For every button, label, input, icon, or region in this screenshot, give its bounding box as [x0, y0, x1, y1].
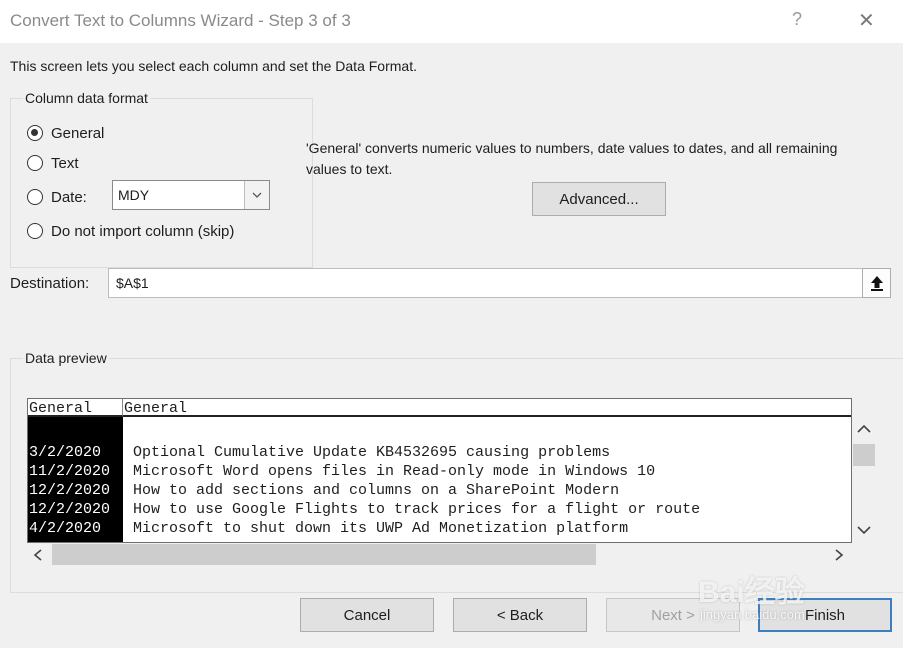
back-button[interactable]: < Back — [453, 598, 587, 632]
preview-cell: Optional Cumulative Update KB4532695 cau… — [133, 444, 611, 461]
date-format-select[interactable]: MDY — [112, 180, 270, 210]
preview-cell: 12/2/2020 — [29, 482, 111, 499]
advanced-button[interactable]: Advanced... — [532, 182, 666, 216]
radio-date-label: Date: — [51, 188, 87, 206]
column-header[interactable]: General — [123, 399, 851, 417]
radio-unchecked-icon — [27, 155, 43, 171]
horizontal-scrollbar[interactable] — [27, 542, 852, 567]
radio-unchecked-icon — [27, 223, 43, 239]
column-data-format-legend: Column data format — [25, 90, 148, 106]
chevron-down-icon[interactable] — [244, 181, 269, 209]
scroll-right-icon[interactable] — [835, 549, 844, 561]
title-bar: Convert Text to Columns Wizard - Step 3 … — [0, 0, 903, 43]
preview-cell: Microsoft to shut down its UWP Ad Moneti… — [133, 520, 629, 537]
destination-label: Destination: — [10, 275, 90, 292]
collapse-dialog-button[interactable] — [862, 268, 891, 298]
scroll-left-icon[interactable] — [33, 549, 42, 561]
help-button[interactable]: ? — [792, 9, 802, 30]
format-description: 'General' converts numeric values to num… — [306, 140, 838, 177]
radio-general[interactable]: General — [27, 122, 104, 144]
preview-cell: 12/2/2020 — [29, 501, 111, 518]
column-header[interactable]: General — [28, 399, 123, 417]
data-preview-legend: Data preview — [25, 350, 107, 366]
preview-cell: 3/2/2020 — [29, 444, 102, 461]
collapse-dialog-icon — [870, 276, 883, 291]
data-preview-grid[interactable]: General General 3/2/2020 Optional Cumula… — [27, 398, 852, 543]
radio-general-label: General — [51, 124, 105, 142]
radio-skip-label: Do not import column (skip) — [51, 222, 235, 240]
preview-cell: Microsoft Word opens files in Read-only … — [133, 463, 656, 480]
radio-skip[interactable]: Do not import column (skip) — [27, 220, 234, 242]
radio-text-label: Text — [51, 154, 79, 172]
preview-cell: How to add sections and columns on a Sha… — [133, 482, 620, 499]
radio-unchecked-icon — [27, 189, 43, 205]
preview-cell: 4/2/2020 — [29, 520, 102, 537]
preview-cell: How to use Google Flights to track price… — [133, 501, 701, 518]
radio-date[interactable]: Date: — [27, 186, 87, 208]
scroll-up-icon[interactable] — [857, 424, 871, 433]
destination-input[interactable]: $A$1 — [108, 268, 863, 298]
radio-text[interactable]: Text — [27, 152, 79, 174]
preview-cell: 11/2/2020 — [29, 463, 111, 480]
vertical-scroll-thumb[interactable] — [853, 444, 875, 466]
instructions-text: This screen lets you select each column … — [10, 58, 417, 74]
horizontal-scroll-thumb[interactable] — [52, 544, 596, 565]
date-format-value: MDY — [118, 187, 150, 203]
scroll-down-icon[interactable] — [857, 526, 871, 535]
watermark-brand: Bai经验 — [698, 576, 805, 609]
cancel-button[interactable]: Cancel — [300, 598, 434, 632]
radio-checked-icon — [27, 125, 43, 141]
watermark-url: jingyan.baidu.com — [700, 607, 805, 622]
baidu-watermark-logo: Bai经验 jingyan.baidu.com — [690, 565, 890, 640]
close-button[interactable]: ✕ — [858, 8, 875, 33]
window-title: Convert Text to Columns Wizard - Step 3 … — [10, 11, 351, 30]
vertical-scrollbar[interactable] — [852, 418, 876, 542]
